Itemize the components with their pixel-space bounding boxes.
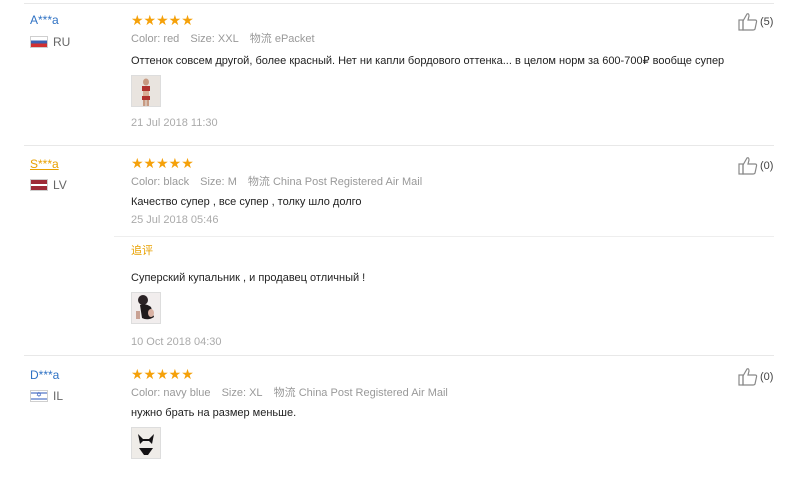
swimsuit-photo-icon: [132, 428, 160, 458]
review-content: ★★★★★ Color: navy blue Size: XL 物流 China…: [131, 366, 741, 459]
israel-flag-icon: [30, 390, 48, 402]
size-label: Size:: [200, 176, 225, 188]
helpful-count: (0): [760, 159, 774, 172]
reviewer-country: IL: [30, 389, 63, 403]
star-rating: ★★★★★: [131, 366, 194, 382]
order-info: Color: red Size: XXL 物流 ePacket: [131, 31, 741, 47]
shipping-label: 物流: [249, 33, 272, 45]
size-value: M: [227, 176, 237, 188]
color-label: Color:: [131, 176, 161, 188]
review-item: D***a IL ★★★★★ Color: navy blue Size: XL…: [0, 356, 800, 478]
shipping-value: ePacket: [274, 33, 315, 45]
helpful-count: (5): [760, 15, 774, 28]
thumbs-up-icon: [738, 13, 758, 31]
review-item: A***a RU ★★★★★ Color: red Size: XXL 物流 e…: [0, 0, 800, 146]
reviewer-country: RU: [30, 35, 70, 49]
swimsuit-photo-icon: [132, 76, 160, 106]
review-item: S***a LV ★★★★★ Color: black Size: M 物流 C…: [0, 146, 800, 356]
star-rating: ★★★★★: [131, 12, 194, 28]
followup-text: Суперский купальник , и продавец отличны…: [131, 272, 366, 284]
helpful-count: (0): [760, 370, 774, 383]
shipping-label: 物流: [273, 387, 296, 399]
reviewer-name[interactable]: S***a: [30, 157, 59, 171]
thumbs-up-icon: [738, 368, 758, 386]
review-photo-thumbnail[interactable]: [131, 427, 161, 459]
review-photo-thumbnail[interactable]: [131, 75, 161, 107]
color-value: black: [163, 176, 190, 188]
thumbs-up-icon: [738, 157, 758, 175]
review-content: ★★★★★ Color: red Size: XXL 物流 ePacket От…: [131, 12, 741, 131]
followup-photo-thumbnail[interactable]: [131, 292, 161, 324]
review-text: нужно брать на размер меньше.: [131, 407, 297, 419]
size-label: Size:: [190, 33, 215, 45]
shipping-label: 物流: [247, 176, 270, 188]
color-label: Color:: [131, 33, 161, 45]
order-info: Color: black Size: M 物流 China Post Regis…: [131, 174, 741, 190]
order-info: Color: navy blue Size: XL 物流 China Post …: [131, 385, 741, 401]
helpful-button[interactable]: (0): [738, 156, 773, 175]
size-value: XL: [249, 387, 263, 399]
russia-flag-icon: [30, 36, 48, 48]
review-date: 25 Jul 2018 05:46: [131, 214, 219, 226]
latvia-flag-icon: [30, 179, 48, 191]
color-value: red: [163, 33, 180, 45]
swimsuit-photo-icon: [132, 293, 160, 323]
followup-date: 10 Oct 2018 04:30: [131, 336, 222, 348]
size-label: Size:: [221, 387, 247, 399]
helpful-button[interactable]: (0): [738, 367, 773, 386]
review-text: Оттенок совсем другой, более красный. Не…: [131, 55, 725, 67]
color-value: navy blue: [163, 387, 211, 399]
followup-divider: [114, 236, 774, 237]
star-rating: ★★★★★: [131, 155, 194, 171]
country-code: LV: [53, 178, 67, 192]
followup-label: 追评: [131, 245, 153, 257]
shipping-value: China Post Registered Air Mail: [298, 387, 448, 399]
reviewer-name[interactable]: D***a: [30, 368, 59, 382]
reviewer-name[interactable]: A***a: [30, 13, 59, 27]
shipping-value: China Post Registered Air Mail: [272, 176, 423, 188]
country-code: IL: [53, 389, 64, 403]
size-value: XXL: [217, 33, 239, 45]
review-content: ★★★★★ Color: black Size: M 物流 China Post…: [131, 155, 741, 350]
color-label: Color:: [131, 387, 161, 399]
review-date: 21 Jul 2018 11:30: [131, 117, 218, 129]
country-code: RU: [53, 35, 71, 49]
reviewer-country: LV: [30, 178, 67, 192]
review-text: Качество супер , все супер , толку шло д…: [131, 196, 362, 208]
helpful-button[interactable]: (5): [738, 12, 773, 31]
